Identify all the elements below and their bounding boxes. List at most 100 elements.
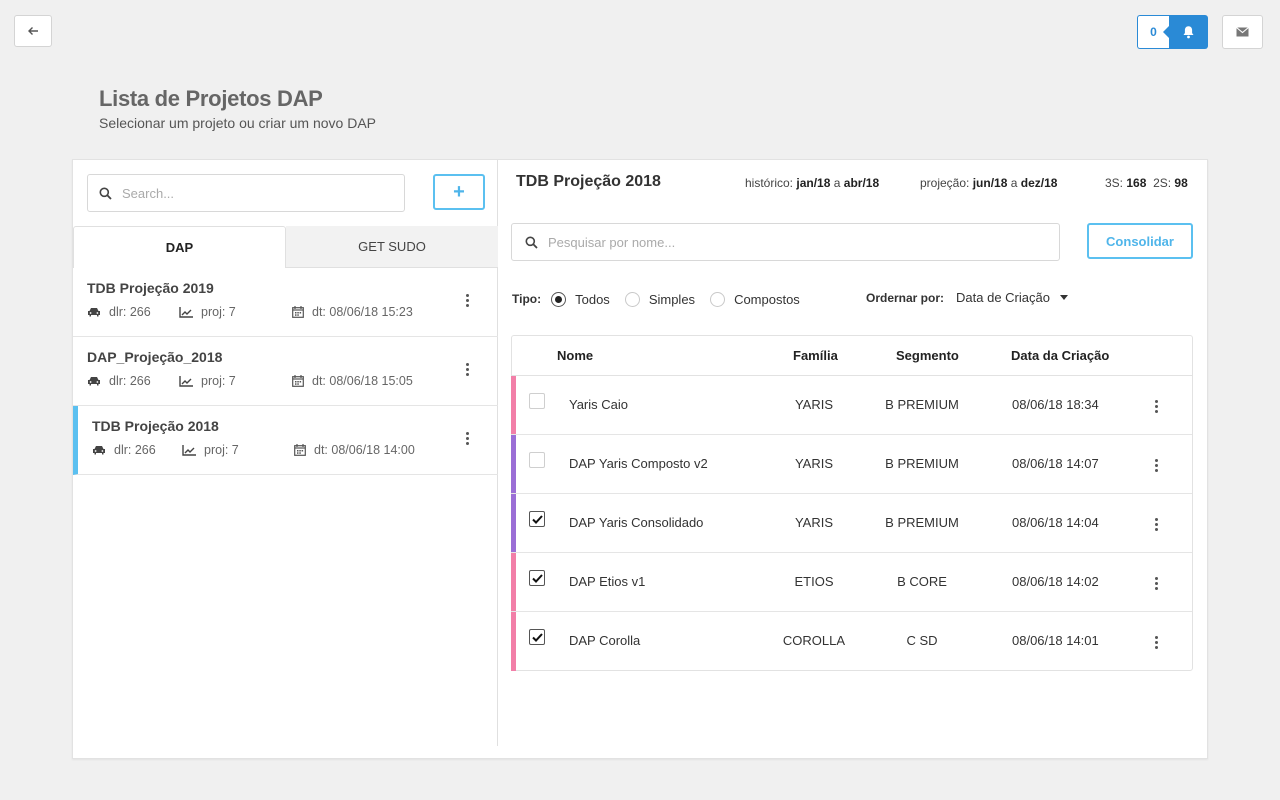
row-checkbox-checked[interactable] [529,629,545,645]
project-dlr: dlr: 266 [109,305,151,319]
projects-card: + DAP GET SUDO TDB Projeção 2019 dlr: 26… [72,159,1208,759]
project-item[interactable]: DAP_Projeção_2018 dlr: 266 proj: 7 dt: 0… [73,337,498,406]
order-by: Ordernar por: Data de Criação [866,290,1068,305]
cell-nome: Yaris Caio [569,397,629,412]
calendar-icon [292,375,304,387]
project-proj: proj: 7 [204,443,239,457]
back-button[interactable] [14,15,52,47]
project-list: TDB Projeção 2019 dlr: 266 proj: 7 dt: 0… [73,268,498,475]
radio-simples[interactable]: Simples [624,291,695,307]
project-proj: proj: 7 [201,374,236,388]
row-color-bar [511,376,516,434]
cell-data: 08/06/18 18:34 [1012,397,1099,412]
cell-data: 08/06/18 14:07 [1012,456,1099,471]
project-date: dt: 08/06/18 15:05 [312,374,413,388]
project-search[interactable] [87,174,405,212]
caret-down-icon[interactable] [1059,295,1068,300]
table-row[interactable]: DAP Etios v1 ETIOS B CORE 08/06/18 14:02 [511,553,1192,612]
calendar-icon [294,444,306,456]
radio-icon-selected[interactable] [551,291,567,307]
project-item-selected[interactable]: TDB Projeção 2018 dlr: 266 proj: 7 dt: 0… [73,406,498,475]
mail-button[interactable] [1222,15,1263,49]
name-search[interactable] [511,223,1060,261]
radio-icon[interactable] [624,291,640,307]
table-row[interactable]: Yaris Caio YARIS B PREMIUM 08/06/18 18:3… [511,376,1192,435]
radio-icon[interactable] [710,291,726,307]
cell-familia: YARIS [794,397,834,412]
project-list-panel: + DAP GET SUDO TDB Projeção 2019 dlr: 26… [73,160,498,746]
tipo-label: Tipo: [512,292,542,306]
cell-nome: DAP Etios v1 [569,574,646,589]
project-name: DAP_Projeção_2018 [87,349,223,365]
cell-segmento: C SD [906,633,938,648]
cell-segmento: B PREMIUM [885,515,959,530]
table-header: Nome Família Segmento Data da Criação [512,336,1192,376]
chart-line-icon [179,375,193,387]
project-dlr: dlr: 266 [114,443,156,457]
cell-nome: DAP Yaris Consolidado [569,515,704,530]
project-tabs: DAP GET SUDO [73,226,498,268]
row-checkbox-checked[interactable] [529,570,545,586]
row-color-bar [511,553,516,611]
consolidar-button[interactable]: Consolidar [1087,223,1193,259]
row-checkbox[interactable] [529,452,545,468]
more-options-icon[interactable] [1155,636,1159,649]
radio-todos[interactable]: Todos [551,291,610,307]
project-item[interactable]: TDB Projeção 2019 dlr: 266 proj: 7 dt: 0… [73,268,498,337]
more-options-icon[interactable] [1155,518,1159,531]
project-date: dt: 08/06/18 15:23 [312,305,413,319]
checkmark-icon [531,514,543,524]
more-options-icon[interactable] [466,294,470,307]
project-name: TDB Projeção 2018 [92,418,219,434]
more-options-icon[interactable] [466,363,470,376]
chart-line-icon [182,444,196,456]
car-icon [88,377,100,386]
add-project-button[interactable]: + [433,174,485,210]
name-search-input[interactable] [548,234,798,250]
chart-line-icon [179,306,193,318]
table-row[interactable]: DAP Yaris Consolidado YARIS B PREMIUM 08… [511,494,1192,553]
more-options-icon[interactable] [466,432,470,445]
row-color-bar [511,612,516,671]
cell-segmento: B PREMIUM [885,456,959,471]
header-segmento: Segmento [896,348,959,363]
car-icon [93,446,105,455]
search-icon [99,187,112,200]
cell-familia: YARIS [794,456,834,471]
radio-compostos[interactable]: Compostos [710,291,800,307]
tab-dap[interactable]: DAP [73,226,286,268]
notifications-button[interactable]: 0 [1137,15,1208,49]
cell-familia: COROLLA [782,633,846,648]
order-label: Ordernar por: [866,290,945,305]
projecao-info: projeção: jun/18 a dez/18 [920,176,1058,190]
calendar-icon [292,306,304,318]
tipo-filter: Tipo: Todos Simples Compostos [512,290,815,308]
project-name: TDB Projeção 2019 [87,280,214,296]
header-familia: Família [793,348,838,363]
selected-project-title: TDB Projeção 2018 [516,173,661,190]
projects-table: Nome Família Segmento Data da Criação Ya… [511,335,1193,671]
order-select[interactable]: Data de Criação [956,290,1050,305]
more-options-icon[interactable] [1155,459,1159,472]
checkmark-icon [531,573,543,583]
more-options-icon[interactable] [1155,577,1159,590]
arrow-left-icon [28,27,38,35]
page-title: Lista de Projetos DAP [99,86,323,111]
cell-segmento: B PREMIUM [885,397,959,412]
row-checkbox[interactable] [529,393,545,409]
cell-data: 08/06/18 14:01 [1012,633,1099,648]
cell-familia: YARIS [794,515,834,530]
table-row[interactable]: DAP Yaris Composto v2 YARIS B PREMIUM 08… [511,435,1192,494]
header-data: Data da Criação [1011,348,1110,363]
table-row[interactable]: DAP Corolla COROLLA C SD 08/06/18 14:01 [511,612,1192,671]
car-icon [88,308,100,317]
project-date: dt: 08/06/18 14:00 [314,443,415,457]
tab-get-sudo[interactable]: GET SUDO [286,226,498,268]
segment-counts: 3S: 168 2S: 98 [1105,176,1188,190]
more-options-icon[interactable] [1155,400,1159,413]
cell-familia: ETIOS [794,574,834,589]
cell-data: 08/06/18 14:02 [1012,574,1099,589]
page-subtitle: Selecionar um projeto ou criar um novo D… [99,115,377,131]
row-checkbox-checked[interactable] [529,511,545,527]
project-search-input[interactable] [122,185,372,201]
